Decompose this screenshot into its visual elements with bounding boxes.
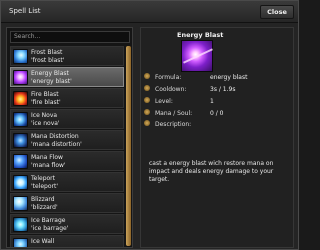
spell-words: 'frost blast': [31, 57, 65, 64]
spell-words: 'mana flow': [31, 162, 66, 169]
spell-item[interactable]: Mana Flow'mana flow': [10, 151, 124, 171]
window-title: Spell List: [9, 7, 41, 15]
spell-detail-panel: Energy Blast Formula: energy blast Coold…: [140, 27, 294, 248]
spell-words: 'energy blast': [31, 78, 72, 85]
cooldown-icon: [144, 85, 150, 91]
description-label: Description:: [155, 121, 192, 128]
spell-item[interactable]: Fire Blast'fire blast': [10, 88, 124, 108]
search-input[interactable]: Search...: [10, 31, 130, 43]
energy-blast-icon: [13, 70, 28, 85]
spell-name: Fire Blast: [31, 91, 59, 98]
spell-name: Teleport: [31, 175, 55, 182]
spell-list-window: Spell List Close Search... Frost Blast'f…: [0, 0, 299, 250]
spell-name: Frost Blast: [31, 49, 63, 56]
scroll-thumb[interactable]: [126, 46, 131, 246]
spell-name: Mana Flow: [31, 154, 63, 161]
formula-value: energy blast: [210, 74, 248, 81]
close-button[interactable]: Close: [260, 5, 294, 19]
teleport-icon: [13, 175, 28, 190]
level-value: 1: [210, 98, 214, 105]
spell-words: 'blizzard': [31, 204, 58, 211]
spell-name: Blizzard: [31, 196, 55, 203]
spell-list: Frost Blast'frost blast' Energy Blast'ene…: [10, 46, 124, 247]
spell-words: 'mana distortion': [31, 141, 82, 148]
spell-item[interactable]: Ice Barrage'ice barrage': [10, 214, 124, 234]
spell-item[interactable]: Blizzard'blizzard': [10, 193, 124, 213]
spell-name: Mana Distortion: [31, 133, 79, 140]
spell-words: 'teleport': [31, 183, 58, 190]
energy-ray-icon: [183, 48, 213, 64]
spell-item[interactable]: Mana Distortion'mana distortion': [10, 130, 124, 150]
spell-words: 'ice barrage': [31, 225, 69, 232]
formula-label: Formula:: [155, 74, 182, 81]
formula-icon: [144, 73, 150, 79]
description-text: cast a energy blast wich restore mana on…: [149, 160, 274, 183]
spell-item[interactable]: Frost Blast'frost blast': [10, 46, 124, 66]
spell-name: Ice Wall: [31, 238, 55, 245]
mana-soul-icon: [144, 109, 150, 115]
spell-item[interactable]: Ice Wall: [10, 235, 124, 247]
cooldown-value: 3s / 1.9s: [210, 86, 236, 93]
frost-blast-icon: [13, 49, 28, 64]
ice-nova-icon: [13, 112, 28, 127]
spell-words: 'fire blast': [31, 99, 61, 106]
blizzard-icon: [13, 196, 28, 211]
level-label: Level:: [155, 98, 173, 105]
fire-blast-icon: [13, 91, 28, 106]
spell-name: Ice Barrage: [31, 217, 66, 224]
spell-name: Energy Blast: [31, 70, 69, 77]
title-bar: Spell List Close: [1, 1, 298, 23]
ice-wall-icon: [13, 238, 28, 247]
mana-soul-label: Mana / Soul:: [155, 110, 193, 117]
description-icon: [144, 120, 150, 126]
mana-soul-value: 0 / 0: [210, 110, 224, 117]
spell-item[interactable]: Energy Blast'energy blast': [10, 67, 124, 87]
ice-barrage-icon: [13, 217, 28, 232]
spell-item[interactable]: Ice Nova'ice nova': [10, 109, 124, 129]
level-icon: [144, 97, 150, 103]
mana-flow-icon: [13, 154, 28, 169]
spell-name: Ice Nova: [31, 112, 58, 119]
cooldown-label: Cooldown:: [155, 86, 187, 93]
scrollbar[interactable]: [126, 46, 131, 247]
detail-spell-name: Energy Blast: [177, 31, 224, 39]
mana-distortion-icon: [13, 133, 28, 148]
spell-list-panel: Search... Frost Blast'frost blast' Energy…: [6, 27, 133, 248]
spell-words: 'ice nova': [31, 120, 60, 127]
spell-item[interactable]: Teleport'teleport': [10, 172, 124, 192]
energy-blast-icon: [181, 40, 213, 72]
